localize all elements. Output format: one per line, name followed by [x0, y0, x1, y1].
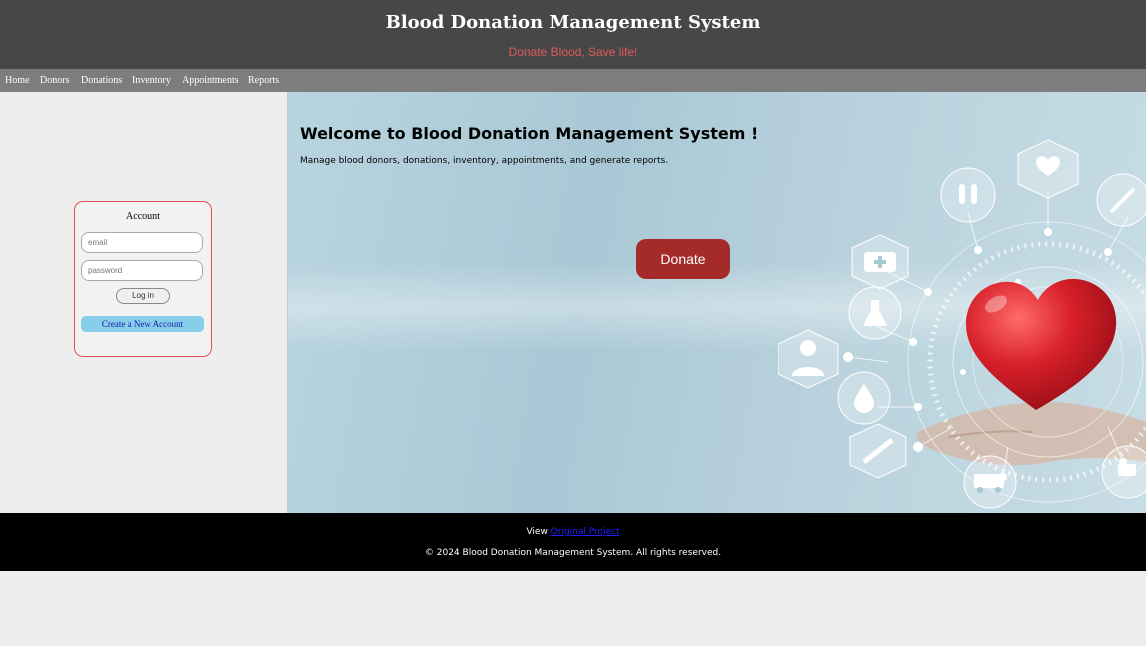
footer-view-line: View Original Project [0, 527, 1146, 538]
account-panel: Account Log in Create a New Account [74, 201, 212, 357]
site-footer: View Original Project © 2024 Blood Donat… [0, 513, 1146, 571]
main-nav: Home Donors Donations Inventory Appointm… [0, 69, 1146, 92]
welcome-subtext: Manage blood donors, donations, inventor… [300, 156, 669, 166]
donate-button[interactable]: Donate [636, 239, 730, 279]
welcome-heading: Welcome to Blood Donation Management Sys… [300, 124, 759, 143]
doctor-icon [778, 329, 839, 389]
site-tagline: Donate Blood, Save life! [508, 45, 638, 59]
nav-item-inventory[interactable]: Inventory [132, 75, 171, 87]
blood-drop-icon [837, 371, 891, 425]
medical-illustration [778, 139, 1146, 509]
nav-item-donors[interactable]: Donors [40, 75, 69, 87]
nav-item-donations[interactable]: Donations [81, 75, 122, 87]
syringe-icon [1096, 173, 1146, 227]
ambulance-icon [963, 455, 1017, 509]
vaccine-icon [849, 423, 907, 479]
heart-icon [966, 278, 1117, 410]
original-project-link[interactable]: Original Project [551, 527, 620, 537]
account-title: Account [126, 211, 160, 222]
flask-icon [848, 286, 902, 340]
nav-item-appointments[interactable]: Appointments [182, 75, 239, 87]
test-tubes-icon [940, 167, 996, 223]
login-button[interactable]: Log in [116, 288, 170, 304]
nav-item-reports[interactable]: Reports [248, 75, 279, 87]
first-aid-kit-icon [851, 234, 909, 290]
site-title: Blood Donation Management System [385, 12, 761, 33]
hero-banner: Welcome to Blood Donation Management Sys… [287, 92, 1146, 513]
site-header: Blood Donation Management System Donate … [0, 0, 1146, 69]
heart-monitor-icon [1017, 139, 1079, 199]
password-field[interactable] [81, 260, 203, 281]
footer-view-prefix: View [526, 527, 551, 537]
nav-item-home[interactable]: Home [5, 75, 29, 87]
footer-copyright: © 2024 Blood Donation Management System.… [424, 548, 722, 558]
email-field[interactable] [81, 232, 203, 253]
create-account-button[interactable]: Create a New Account [81, 316, 204, 332]
